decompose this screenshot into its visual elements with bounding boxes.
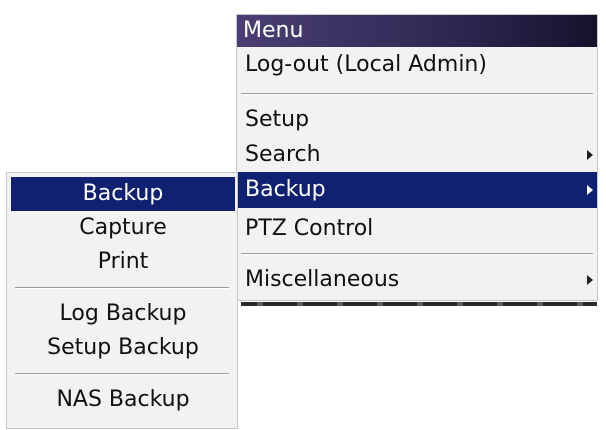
submenu-item-nas-backup[interactable]: NAS Backup bbox=[11, 383, 235, 417]
menu-separator bbox=[241, 253, 593, 255]
backup-submenu: Backup Capture Print Log Backup Setup Ba… bbox=[6, 172, 238, 429]
menu-item-miscellaneous[interactable]: Miscellaneous bbox=[237, 262, 597, 298]
submenu-arrow-icon bbox=[587, 275, 593, 285]
submenu-arrow-icon bbox=[587, 150, 593, 160]
main-menu: Menu Log-out (Local Admin) Setup Search … bbox=[236, 14, 598, 306]
submenu-separator bbox=[15, 287, 229, 289]
menu-item-search[interactable]: Search bbox=[237, 137, 597, 173]
menu-item-label: Backup bbox=[245, 177, 326, 202]
menu-item-ptz-control[interactable]: PTZ Control bbox=[237, 211, 597, 247]
submenu-item-capture[interactable]: Capture bbox=[11, 211, 235, 245]
menu-item-label: Log-out (Local Admin) bbox=[245, 52, 487, 77]
menu-title: Menu bbox=[237, 15, 597, 47]
submenu-item-print[interactable]: Print bbox=[11, 245, 235, 279]
submenu-item-log-backup[interactable]: Log Backup bbox=[11, 297, 235, 331]
submenu-item-setup-backup[interactable]: Setup Backup bbox=[11, 331, 235, 365]
menu-item-backup[interactable]: Backup bbox=[237, 172, 597, 208]
menu-item-label: Miscellaneous bbox=[245, 267, 400, 292]
menu-item-setup[interactable]: Setup bbox=[237, 102, 597, 138]
menu-item-label: Setup bbox=[245, 107, 310, 132]
menu-separator bbox=[241, 93, 593, 95]
submenu-arrow-icon bbox=[587, 185, 593, 195]
submenu-separator bbox=[15, 373, 229, 375]
menu-item-label: Search bbox=[245, 142, 321, 167]
menu-item-label: PTZ Control bbox=[245, 216, 374, 241]
menu-item-logout[interactable]: Log-out (Local Admin) bbox=[237, 47, 597, 83]
submenu-item-backup[interactable]: Backup bbox=[11, 177, 235, 211]
menu-screen: Menu Log-out (Local Admin) Setup Search … bbox=[0, 0, 606, 430]
